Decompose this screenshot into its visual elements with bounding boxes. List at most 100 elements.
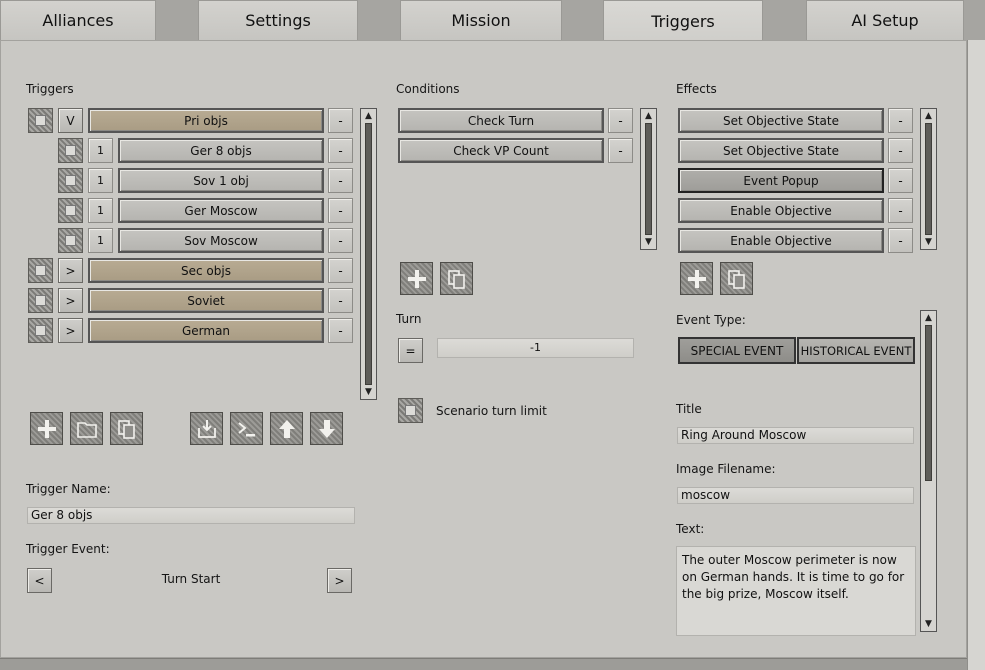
effect-remove-button[interactable]: - <box>888 138 913 163</box>
turn-value-field[interactable]: -1 <box>437 338 634 358</box>
trigger-event-next-button[interactable]: > <box>327 568 352 593</box>
triggers-scrollbar[interactable]: ▲ ▼ <box>360 108 377 400</box>
trigger-item[interactable]: Ger Moscow <box>118 198 324 223</box>
trigger-name-field[interactable]: Ger 8 objs <box>27 507 355 524</box>
tab-label: Alliances <box>42 11 114 30</box>
condition-remove-button[interactable]: - <box>608 108 633 133</box>
trigger-item[interactable]: German <box>88 318 324 343</box>
scrollbar-track[interactable] <box>925 325 932 481</box>
effect-item[interactable]: Enable Objective <box>678 228 884 253</box>
trigger-event-prev-button[interactable]: < <box>27 568 52 593</box>
tab-settings[interactable]: Settings <box>198 0 358 40</box>
scroll-up-arrow-icon[interactable]: ▲ <box>922 312 935 324</box>
trigger-remove-button[interactable]: - <box>328 228 353 253</box>
effect-remove-button[interactable]: - <box>888 228 913 253</box>
conditions-scrollbar[interactable]: ▲ ▼ <box>640 108 657 250</box>
condition-item[interactable]: Check Turn <box>398 108 604 133</box>
effect-item[interactable]: Set Objective State <box>678 138 884 163</box>
effect-item-selected[interactable]: Event Popup <box>678 168 884 193</box>
effect-details-scrollbar[interactable]: ▲ ▼ <box>920 310 937 632</box>
trigger-item[interactable]: Sec objs <box>88 258 324 283</box>
tab-triggers[interactable]: Triggers <box>603 0 763 42</box>
scroll-up-arrow-icon[interactable]: ▲ <box>362 110 375 122</box>
tab-label: Triggers <box>651 12 715 31</box>
effect-item[interactable]: Set Objective State <box>678 108 884 133</box>
special-event-toggle[interactable]: SPECIAL EVENT <box>678 337 796 364</box>
copy-condition-button[interactable] <box>440 262 473 295</box>
bottom-strip <box>0 658 967 670</box>
image-filename-field[interactable]: moscow <box>677 487 914 504</box>
title-field[interactable]: Ring Around Moscow <box>677 427 914 444</box>
trigger-remove-button[interactable]: - <box>328 258 353 283</box>
checkbox-box <box>65 235 76 246</box>
add-effect-button[interactable] <box>680 262 713 295</box>
trigger-checkbox[interactable] <box>28 318 53 343</box>
condition-item[interactable]: Check VP Count <box>398 138 604 163</box>
console-button[interactable] <box>230 412 263 445</box>
trigger-remove-button[interactable]: - <box>328 318 353 343</box>
scroll-up-arrow-icon[interactable]: ▲ <box>642 110 655 122</box>
trigger-checkbox[interactable] <box>28 108 53 133</box>
copy-effect-button[interactable] <box>720 262 753 295</box>
effect-item[interactable]: Enable Objective <box>678 198 884 223</box>
trigger-item[interactable]: Sov 1 obj <box>118 168 324 193</box>
historical-event-toggle[interactable]: HISTORICAL EVENT <box>797 337 915 364</box>
tab-mission[interactable]: Mission <box>400 0 562 40</box>
scrollbar-track[interactable] <box>925 123 932 235</box>
move-up-button[interactable] <box>270 412 303 445</box>
scroll-down-arrow-icon[interactable]: ▼ <box>922 236 935 248</box>
scenario-turn-limit-checkbox[interactable] <box>398 398 423 423</box>
move-down-button[interactable] <box>310 412 343 445</box>
trigger-remove-button[interactable]: - <box>328 108 353 133</box>
copy-trigger-button[interactable] <box>110 412 143 445</box>
trigger-checkbox[interactable] <box>58 168 83 193</box>
import-icon <box>197 419 216 438</box>
conditions-heading: Conditions <box>396 82 460 96</box>
add-condition-button[interactable] <box>400 262 433 295</box>
trigger-checkbox[interactable] <box>58 138 83 163</box>
trigger-event-label: Trigger Event: <box>26 542 110 556</box>
trigger-order: 1 <box>88 138 113 163</box>
scroll-up-arrow-icon[interactable]: ▲ <box>922 110 935 122</box>
event-text-area[interactable]: The outer Moscow perimeter is now on Ger… <box>676 546 916 636</box>
checkbox-box <box>35 325 46 336</box>
trigger-item[interactable]: Pri objs <box>88 108 324 133</box>
condition-remove-button[interactable]: - <box>608 138 633 163</box>
trigger-expand-toggle[interactable]: > <box>58 288 83 313</box>
effects-scrollbar[interactable]: ▲ ▼ <box>920 108 937 250</box>
image-filename-label: Image Filename: <box>676 462 776 476</box>
effect-remove-button[interactable]: - <box>888 198 913 223</box>
scrollbar-track[interactable] <box>645 123 652 235</box>
scrollbar-track[interactable] <box>365 123 372 385</box>
checkbox-box <box>65 205 76 216</box>
trigger-remove-button[interactable]: - <box>328 288 353 313</box>
trigger-expand-toggle[interactable]: > <box>58 318 83 343</box>
trigger-checkbox[interactable] <box>58 228 83 253</box>
effect-remove-button[interactable]: - <box>888 108 913 133</box>
copy-icon <box>117 419 135 439</box>
trigger-expand-toggle[interactable]: V <box>58 108 83 133</box>
trigger-checkbox[interactable] <box>28 288 53 313</box>
turn-operator-button[interactable]: = <box>398 338 423 363</box>
add-folder-button[interactable] <box>70 412 103 445</box>
tab-label: Mission <box>451 11 511 30</box>
checkbox-box <box>65 145 76 156</box>
trigger-checkbox[interactable] <box>58 198 83 223</box>
trigger-checkbox[interactable] <box>28 258 53 283</box>
trigger-item[interactable]: Soviet <box>88 288 324 313</box>
tab-ai-setup[interactable]: AI Setup <box>806 0 964 40</box>
scroll-down-arrow-icon[interactable]: ▼ <box>362 386 375 398</box>
scroll-down-arrow-icon[interactable]: ▼ <box>922 618 935 630</box>
add-trigger-button[interactable] <box>30 412 63 445</box>
trigger-remove-button[interactable]: - <box>328 198 353 223</box>
tab-alliances[interactable]: Alliances <box>0 0 156 40</box>
trigger-item[interactable]: Sov Moscow <box>118 228 324 253</box>
trigger-remove-button[interactable]: - <box>328 168 353 193</box>
trigger-item[interactable]: Ger 8 objs <box>118 138 324 163</box>
import-trigger-button[interactable] <box>190 412 223 445</box>
trigger-remove-button[interactable]: - <box>328 138 353 163</box>
folder-icon <box>76 421 97 438</box>
effect-remove-button[interactable]: - <box>888 168 913 193</box>
trigger-expand-toggle[interactable]: > <box>58 258 83 283</box>
scroll-down-arrow-icon[interactable]: ▼ <box>642 236 655 248</box>
